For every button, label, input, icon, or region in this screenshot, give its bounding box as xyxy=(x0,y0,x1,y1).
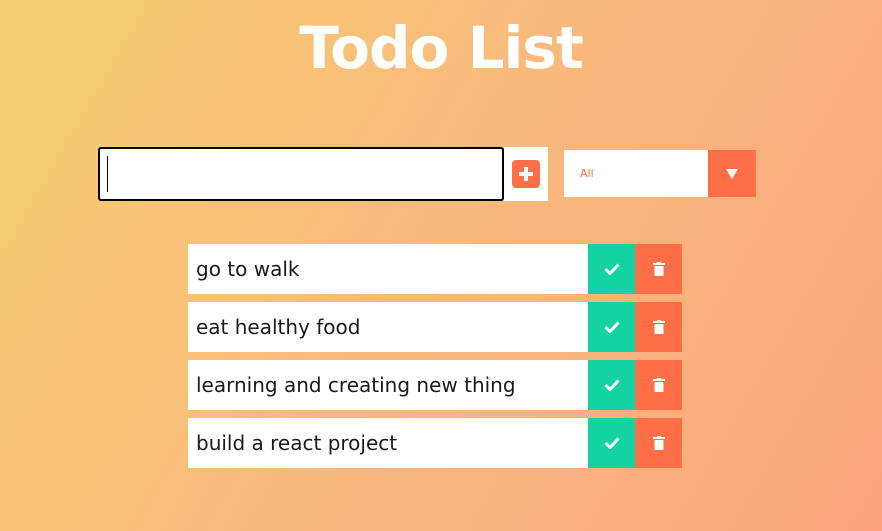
check-icon xyxy=(603,379,620,391)
check-icon xyxy=(603,437,620,449)
todo-item: eat healthy food xyxy=(188,302,682,352)
trash-icon xyxy=(652,262,665,276)
trash-icon xyxy=(652,320,665,334)
delete-button[interactable] xyxy=(635,418,682,468)
delete-button[interactable] xyxy=(635,360,682,410)
text-caret xyxy=(107,156,108,192)
todo-text: build a react project xyxy=(188,418,588,468)
todo-item: build a react project xyxy=(188,418,682,468)
todo-list: go to walk eat healthy food learning and… xyxy=(188,244,682,476)
caret-down-icon[interactable] xyxy=(708,150,756,197)
complete-button[interactable] xyxy=(588,360,635,410)
check-icon xyxy=(603,263,620,275)
complete-button[interactable] xyxy=(588,244,635,294)
delete-button[interactable] xyxy=(635,302,682,352)
todo-item: learning and creating new thing xyxy=(188,360,682,410)
complete-button[interactable] xyxy=(588,418,635,468)
delete-button[interactable] xyxy=(635,244,682,294)
todo-text: go to walk xyxy=(188,244,588,294)
todo-text: learning and creating new thing xyxy=(188,360,588,410)
complete-button[interactable] xyxy=(588,302,635,352)
check-icon xyxy=(603,321,620,333)
add-todo-button[interactable] xyxy=(504,147,548,201)
trash-icon xyxy=(652,378,665,392)
todo-item: go to walk xyxy=(188,244,682,294)
plus-square-icon xyxy=(512,160,540,188)
filter-select[interactable]: All xyxy=(564,150,756,197)
todo-input[interactable] xyxy=(98,147,504,201)
trash-icon xyxy=(652,436,665,450)
filter-selected-value: All xyxy=(580,167,594,180)
page-title: Todo List xyxy=(299,14,583,82)
todo-text: eat healthy food xyxy=(188,302,588,352)
